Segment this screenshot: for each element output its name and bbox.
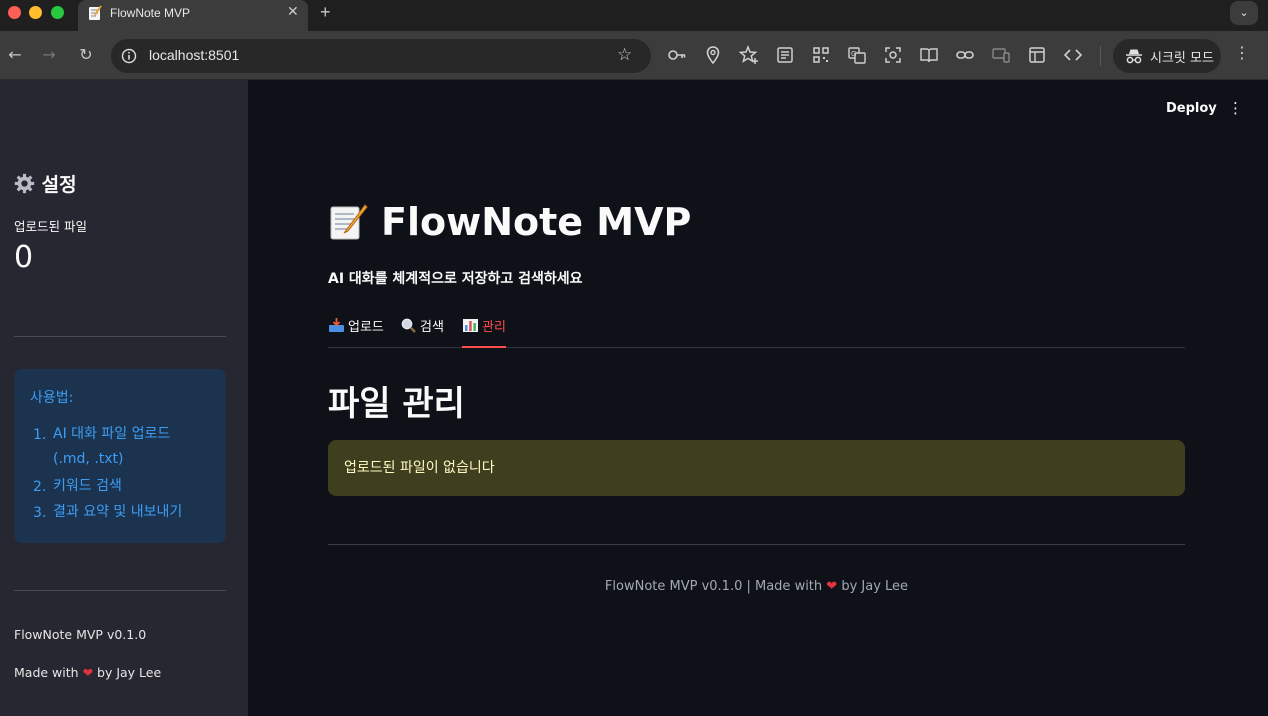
inbox-tray-icon — [329, 318, 344, 332]
memo-icon — [330, 204, 368, 240]
footer-suffix: by Jay Lee — [841, 579, 909, 594]
usage-step-number: 3. — [33, 505, 47, 521]
usage-step-text: 결과 요약 및 내보내기 — [53, 504, 183, 520]
heart-icon: ❤ — [82, 665, 94, 680]
sidebar-heading-text: 설정 — [41, 174, 77, 196]
code-icon[interactable] — [1063, 45, 1083, 65]
tab-title: FlowNote MVP — [110, 6, 191, 20]
maximize-window-button[interactable] — [51, 6, 64, 19]
minimize-window-button[interactable] — [29, 6, 42, 19]
lens-icon[interactable] — [883, 45, 903, 65]
tab-upload-label: 업로드 — [348, 320, 384, 335]
metric-value: 0 — [14, 240, 34, 275]
toolbar-divider — [1100, 46, 1101, 66]
reading-mode-icon[interactable] — [919, 45, 939, 65]
url-text[interactable]: localhost:8501 — [149, 47, 239, 63]
sidebar-credit: Made with ❤ by Jay Lee — [14, 665, 161, 680]
browser-menu-icon[interactable]: ⋮ — [1234, 43, 1250, 62]
usage-info-box: 사용법: 1. AI 대화 파일 업로드 (.md, .txt) 2. 키워드 … — [14, 369, 226, 543]
incognito-badge[interactable]: 시크릿 모드 — [1113, 39, 1221, 73]
credit-prefix: Made with — [14, 665, 79, 680]
translate-icon[interactable]: G — [847, 45, 867, 65]
sidebar-divider — [14, 590, 226, 591]
gear-icon — [14, 173, 35, 194]
close-window-button[interactable] — [8, 6, 21, 19]
back-arrow-icon[interactable]: ← — [4, 44, 26, 66]
incognito-icon — [1126, 49, 1142, 64]
metric-label: 업로드된 파일 — [14, 219, 87, 234]
section-title: 파일 관리 — [328, 384, 465, 424]
page-subtitle: AI 대화를 체계적으로 저장하고 검색하세요 — [328, 271, 583, 287]
location-pin-icon[interactable] — [703, 45, 723, 65]
tab-close-icon[interactable]: ✕ — [287, 4, 299, 20]
app-menu-icon[interactable]: ⋮ — [1228, 99, 1243, 117]
tab-manage-label: 관리 — [482, 320, 506, 335]
link-icon[interactable] — [955, 45, 975, 65]
usage-title: 사용법: — [30, 390, 74, 406]
usage-step-number: 2. — [33, 479, 47, 495]
usage-step-text: 키워드 검색 — [53, 478, 122, 494]
heart-icon: ❤ — [826, 579, 838, 594]
warning-alert: 업로드된 파일이 없습니다 — [328, 440, 1185, 496]
credit-suffix: by Jay Lee — [97, 665, 162, 680]
favorites-star-icon[interactable] — [739, 45, 759, 65]
sidebar-heading: 설정 — [14, 170, 77, 197]
footer: FlowNote MVP v0.1.0 | Made with ❤ by Jay… — [328, 579, 1185, 594]
usage-step-number: 1. — [33, 427, 47, 443]
sidebar-version: FlowNote MVP v0.1.0 — [14, 627, 147, 642]
bookmark-star-icon[interactable]: ☆ — [617, 45, 632, 65]
tab-search[interactable]: 검색 — [400, 316, 444, 348]
side-panel-icon[interactable] — [1027, 45, 1047, 65]
memo-icon — [89, 5, 102, 20]
forward-arrow-icon[interactable]: → — [38, 44, 60, 66]
sidebar-divider — [14, 336, 226, 337]
tab-list: 업로드 검색 관리 — [328, 310, 1185, 348]
reader-list-icon[interactable] — [775, 45, 795, 65]
page-title-text: FlowNote MVP — [381, 200, 692, 244]
incognito-label: 시크릿 모드 — [1150, 51, 1214, 66]
site-info-icon[interactable] — [121, 48, 137, 64]
sidebar: 설정 업로드된 파일 0 사용법: 1. AI 대화 파일 업로드 (.md, … — [0, 80, 248, 716]
deploy-button[interactable]: Deploy — [1166, 101, 1217, 116]
tab-manage[interactable]: 관리 — [462, 316, 506, 348]
bar-chart-icon — [463, 319, 478, 332]
qr-code-icon[interactable] — [811, 45, 831, 65]
reload-icon[interactable]: ↻ — [75, 44, 97, 66]
warning-text: 업로드된 파일이 없습니다 — [344, 460, 495, 476]
svg-text:G: G — [851, 50, 856, 58]
tab-search-button[interactable]: ⌄ — [1230, 1, 1258, 25]
usage-step-text: AI 대화 파일 업로드 (.md, .txt) — [53, 426, 171, 467]
new-tab-button[interactable]: + — [320, 2, 331, 23]
browser-tab[interactable]: FlowNote MVP ✕ — [78, 0, 308, 31]
footer-prefix: FlowNote MVP v0.1.0 | Made with — [604, 579, 823, 594]
footer-divider — [328, 544, 1185, 545]
address-bar[interactable]: localhost:8501 ☆ — [111, 39, 651, 73]
browser-tab-bar: FlowNote MVP ✕ + ⌄ — [0, 0, 1268, 31]
tab-upload[interactable]: 업로드 — [328, 316, 384, 348]
devices-icon[interactable] — [991, 45, 1011, 65]
key-icon[interactable] — [667, 45, 687, 65]
tab-search-label: 검색 — [420, 320, 444, 335]
magnifier-icon — [401, 318, 416, 333]
main-content: Deploy ⋮ FlowNote MVP AI 대화를 체계적으로 저장하고 … — [248, 80, 1268, 716]
browser-toolbar: ← → ↻ localhost:8501 ☆ G 시크릿 모드 ⋮ — [0, 31, 1268, 80]
